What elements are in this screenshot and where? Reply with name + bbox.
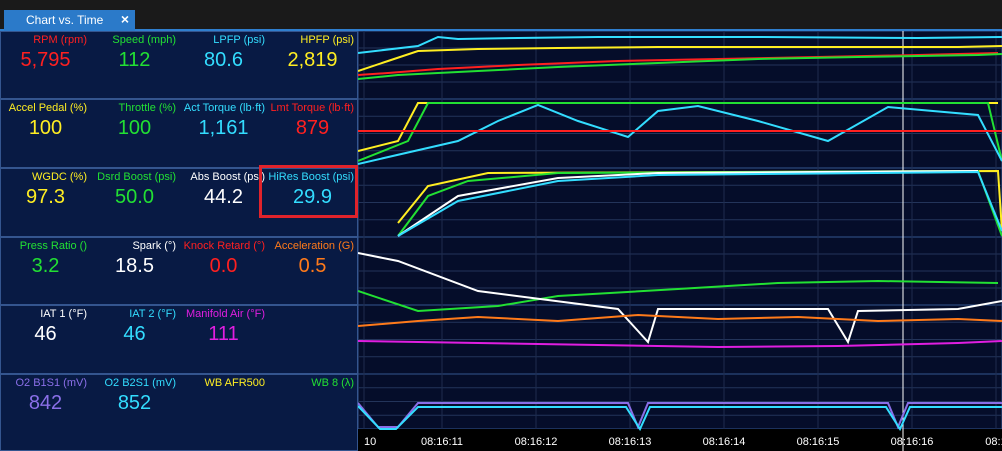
- tab-bar: Chart vs. Time ×: [0, 0, 1002, 31]
- gauge-value: 112: [118, 49, 151, 71]
- gauge-cell[interactable]: Act Torque (lb·ft) 1,161: [179, 100, 268, 167]
- gauge-value: 0.5: [298, 255, 327, 277]
- gauge-cell[interactable]: O2 B1S1 (mV) 842: [1, 375, 90, 450]
- gauge-cell[interactable]: LPFP (psi) 80.6: [179, 32, 268, 98]
- gauge-label: Spark (°): [132, 240, 176, 252]
- time-tick-label: 08:16:11: [421, 436, 463, 448]
- gauge-label: Acceleration (G): [274, 240, 354, 252]
- gauge-panel: RPM (rpm) 5,795 Speed (mph) 112 LPFP (psi) 80…: [0, 31, 358, 451]
- gauge-label: Speed (mph): [112, 34, 176, 46]
- gauge-value: 842: [28, 392, 63, 414]
- time-tick-label: 08:16:14: [703, 436, 746, 448]
- tab-chart-vs-time[interactable]: Chart vs. Time ×: [4, 10, 135, 31]
- gauge-label: Lmt Torque (lb·ft): [270, 102, 354, 114]
- gauge-cell[interactable]: Lmt Torque (lb·ft) 879: [268, 100, 357, 167]
- gauge-value: 44.2: [204, 186, 243, 208]
- time-chart[interactable]: 10 08:16:11 08:16:12 08:16:13 08:16:14 08:16:…: [358, 31, 1002, 451]
- gauge-cell[interactable]: Speed (mph) 112: [90, 32, 179, 98]
- gauge-cell[interactable]: WB AFR500: [179, 375, 268, 450]
- gauge-value: 0.0: [209, 255, 238, 277]
- close-icon[interactable]: ×: [121, 11, 129, 27]
- gauge-value: 1,161: [198, 117, 249, 139]
- gauge-cell[interactable]: WGDC (%) 97.3: [1, 169, 90, 236]
- gauge-cell[interactable]: WB 8 (λ): [268, 375, 357, 450]
- gauge-label: RPM (rpm): [33, 34, 87, 46]
- gauge-value: 5,795: [20, 49, 71, 71]
- gauge-value: 2,819: [287, 49, 338, 71]
- time-tick-label: 08:16:13: [609, 436, 652, 448]
- gauge-cell[interactable]: IAT 2 (°F) 46: [90, 306, 179, 373]
- gauge-value: 18.5: [115, 255, 154, 277]
- gauge-label: Dsrd Boost (psi): [97, 171, 176, 183]
- gauge-value: 879: [295, 117, 330, 139]
- gauge-cell[interactable]: Abs Boost (psi) 44.2: [179, 169, 268, 236]
- gauge-value: 100: [28, 117, 63, 139]
- gauge-label: Act Torque (lb·ft): [183, 102, 265, 114]
- gauge-value: 97.3: [26, 186, 65, 208]
- highlight-box: [259, 165, 358, 218]
- time-tick-label: 08:16:15: [797, 436, 840, 448]
- gauge-row: Accel Pedal (%) 100 Throttle (%) 100 Act Tor…: [0, 99, 358, 168]
- gauge-label: O2 B2S1 (mV): [104, 377, 176, 389]
- gauge-value: 46: [34, 323, 57, 345]
- gauge-label: WB 8 (λ): [311, 377, 354, 389]
- gauge-label: Press Ratio (): [19, 240, 87, 252]
- time-tick-label: 08:16:12: [515, 436, 558, 448]
- tab-title: Chart vs. Time: [26, 13, 104, 27]
- gauge-cell[interactable]: RPM (rpm) 5,795: [1, 32, 90, 98]
- gauge-row: RPM (rpm) 5,795 Speed (mph) 112 LPFP (psi) 80…: [0, 31, 358, 99]
- gauge-cell[interactable]: O2 B2S1 (mV) 852: [90, 375, 179, 450]
- gauge-label: HPFP (psi): [300, 34, 354, 46]
- gauge-value: 50.0: [115, 186, 154, 208]
- gauge-label: Manifold Air (°F): [186, 308, 265, 320]
- gauge-cell[interactable]: Throttle (%) 100: [90, 100, 179, 167]
- gauge-label: LPFP (psi): [213, 34, 265, 46]
- gauge-cell[interactable]: Manifold Air (°F) 111: [179, 306, 268, 373]
- gauge-value: 46: [123, 323, 146, 345]
- gauge-value: 852: [117, 392, 152, 414]
- gauge-label: WGDC (%): [32, 171, 87, 183]
- time-tick-label: 10: [364, 436, 376, 448]
- gauge-cell[interactable]: [268, 306, 357, 373]
- gauge-label: WB AFR500: [204, 377, 265, 389]
- gauge-cell[interactable]: Press Ratio () 3.2: [1, 238, 90, 304]
- gauge-value: 111: [208, 323, 239, 345]
- time-tick-label: 08:16:16: [891, 436, 934, 448]
- gauge-row: IAT 1 (°F) 46 IAT 2 (°F) 46 Manifold Air (°F…: [0, 305, 358, 374]
- time-tick-label: 08:1: [985, 436, 1002, 448]
- gauge-label: Accel Pedal (%): [8, 102, 87, 114]
- gauge-label: IAT 2 (°F): [129, 308, 176, 320]
- gauge-cell[interactable]: Acceleration (G) 0.5: [268, 238, 357, 304]
- gauge-cell[interactable]: Spark (°) 18.5: [90, 238, 179, 304]
- gauge-row: Press Ratio () 3.2 Spark (°) 18.5 Knock Reta…: [0, 237, 358, 305]
- gauge-cell[interactable]: Dsrd Boost (psi) 50.0: [90, 169, 179, 236]
- gauge-label: O2 B1S1 (mV): [15, 377, 87, 389]
- gauge-label: Knock Retard (°): [183, 240, 265, 252]
- gauge-value: 80.6: [204, 49, 243, 71]
- gauge-cell[interactable]: IAT 1 (°F) 46: [1, 306, 90, 373]
- gauge-value: 100: [117, 117, 152, 139]
- gauge-label: Abs Boost (psi): [190, 171, 265, 183]
- gauge-value: 3.2: [31, 255, 60, 277]
- gauge-cell[interactable]: HPFP (psi) 2,819: [268, 32, 357, 98]
- gauge-label: IAT 1 (°F): [40, 308, 87, 320]
- gauge-cell[interactable]: Knock Retard (°) 0.0: [179, 238, 268, 304]
- gauge-label: Throttle (%): [118, 102, 176, 114]
- gauge-row: O2 B1S1 (mV) 842 O2 B2S1 (mV) 852 WB AFR500 W…: [0, 374, 358, 451]
- gauge-cell[interactable]: Accel Pedal (%) 100: [1, 100, 90, 167]
